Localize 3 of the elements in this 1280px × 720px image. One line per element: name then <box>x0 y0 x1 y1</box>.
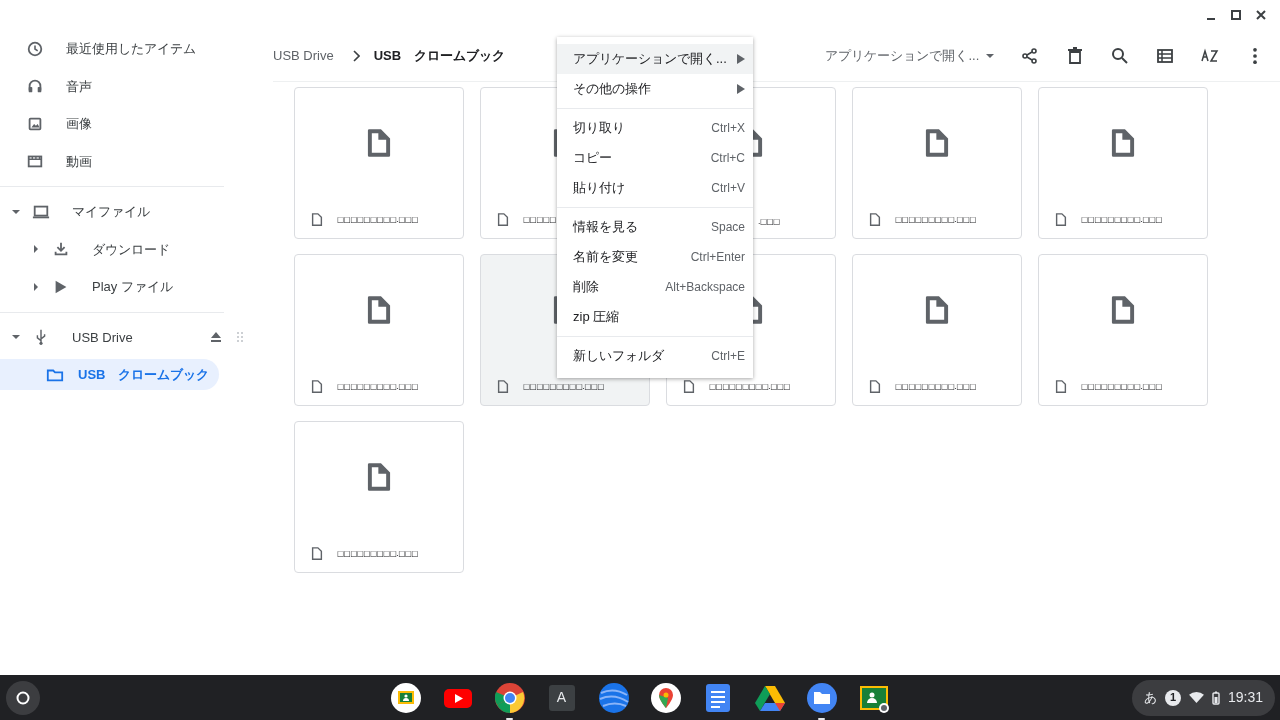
clock-time: 19:31 <box>1227 688 1263 707</box>
ime-indicator: あ <box>1143 688 1157 707</box>
notification-count: 1 <box>1164 689 1181 706</box>
